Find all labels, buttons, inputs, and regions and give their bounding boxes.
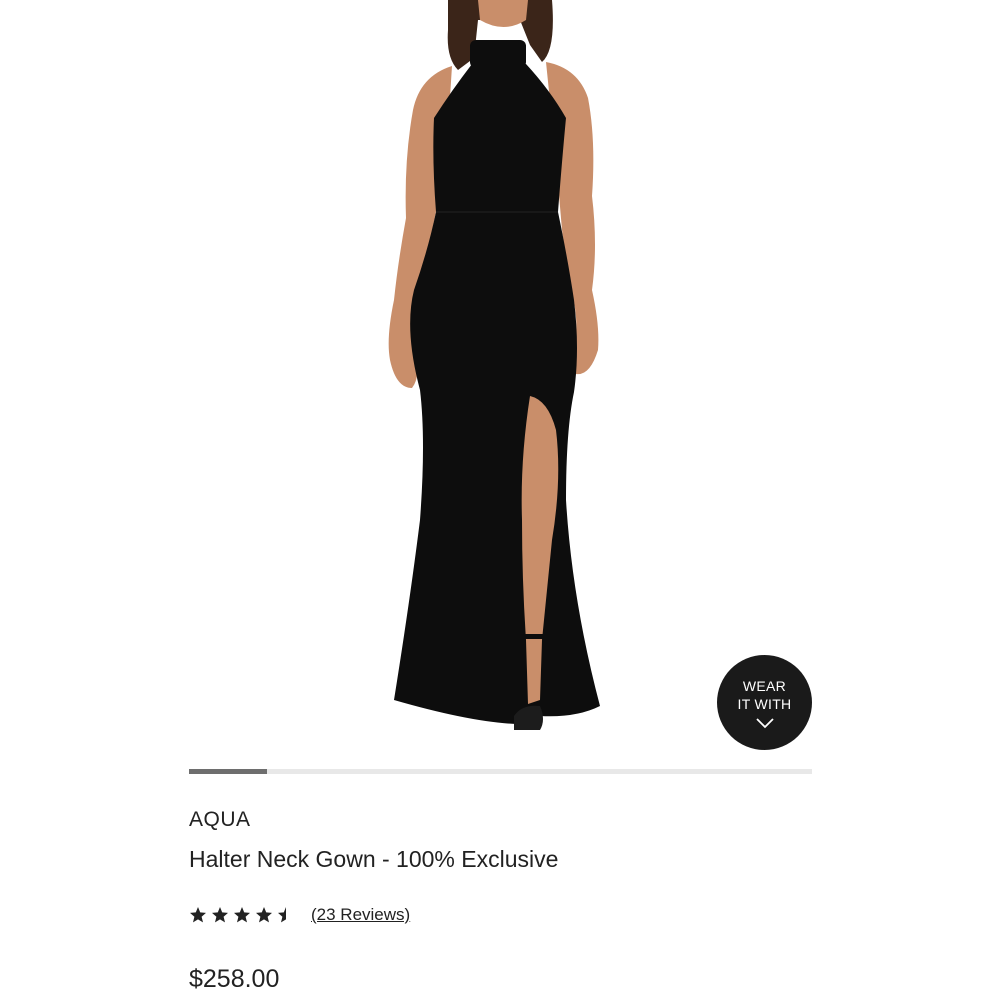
rating-row: (23 Reviews) xyxy=(189,902,410,928)
star-full-icon xyxy=(212,907,228,923)
wear-it-with-label-line2: IT WITH xyxy=(737,695,792,712)
product-title: Halter Neck Gown - 100% Exclusive xyxy=(189,846,559,872)
brand-name[interactable]: AQUA xyxy=(189,808,251,832)
gown-illustration xyxy=(388,0,600,730)
product-image[interactable] xyxy=(0,0,1000,760)
star-full-icon xyxy=(256,907,272,923)
product-price: $258.00 xyxy=(189,965,280,993)
image-carousel-progress[interactable] xyxy=(189,769,812,774)
star-full-icon xyxy=(190,907,206,923)
halter-collar xyxy=(470,40,526,68)
wear-it-with-label-line1: WEAR xyxy=(742,677,787,694)
chin xyxy=(478,0,528,27)
bodice xyxy=(433,64,566,212)
chevron-down-icon xyxy=(755,717,774,728)
star-full-icon xyxy=(234,907,250,923)
skirt xyxy=(394,212,600,724)
carousel-progress-fill xyxy=(189,769,267,774)
star-rating xyxy=(189,906,299,924)
wear-it-with-button[interactable]: WEAR IT WITH xyxy=(717,655,812,750)
ankle-strap xyxy=(522,634,544,639)
product-page: WEAR IT WITH AQUA Halter Neck Gown - 100… xyxy=(0,0,1000,1000)
star-half-icon xyxy=(278,907,286,923)
reviews-link[interactable]: (23 Reviews) xyxy=(311,905,410,925)
